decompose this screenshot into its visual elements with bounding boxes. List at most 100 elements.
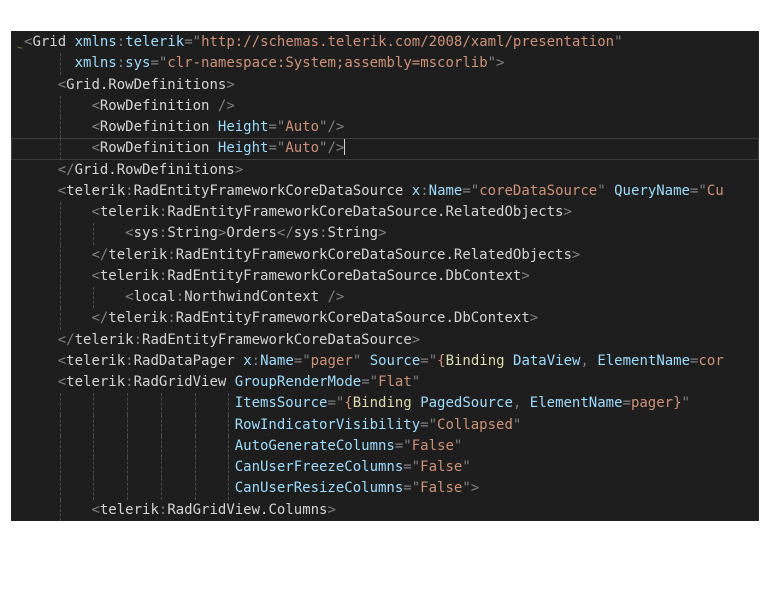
- code-token: Source: [369, 352, 421, 369]
- code-line[interactable]: <Grid xmlns:telerik="http://schemas.tele…: [11, 32, 759, 53]
- code-line[interactable]: CanUserFreezeColumns="False": [11, 457, 759, 479]
- code-token: RadEntityFrameworkCoreDataSource: [142, 331, 412, 348]
- code-editor[interactable]: ~ <Grid xmlns:telerik="http://schemas.te…: [11, 31, 759, 521]
- code-token: <: [125, 225, 134, 242]
- code-line[interactable]: </telerik:RadEntityFrameworkCoreDataSour…: [11, 330, 759, 351]
- code-token: <: [91, 501, 100, 518]
- code-token: NorthwindContext: [184, 289, 320, 305]
- indent-guide: [160, 393, 162, 415]
- code-token: Name: [428, 182, 463, 199]
- code-token: >: [226, 76, 235, 93]
- code-token: :: [167, 246, 176, 263]
- code-line[interactable]: ItemsSource="{Binding PagedSource, Eleme…: [11, 393, 759, 415]
- code-token: ItemsSource: [234, 395, 328, 412]
- indent-guide: [93, 435, 95, 457]
- code-line[interactable]: <Grid.RowDefinitions>: [11, 75, 759, 96]
- code-line[interactable]: </telerik:RadEntityFrameworkCoreDataSour…: [11, 308, 759, 330]
- code-line[interactable]: <RowDefinition />: [11, 95, 759, 117]
- code-token: sys: [293, 225, 320, 242]
- code-line[interactable]: <sys:String>Orders</sys:String>: [11, 223, 759, 245]
- code-token: RadEntityFrameworkCoreDataSource.Related…: [175, 246, 572, 263]
- code-line[interactable]: </telerik:RadEntityFrameworkCoreDataSour…: [11, 244, 759, 266]
- code-line[interactable]: <RowDefinition Height="Auto"/>: [11, 117, 759, 139]
- code-token: Grid: [32, 34, 67, 50]
- code-line[interactable]: <telerik:RadGridView GroupRenderMode="Fl…: [11, 372, 759, 393]
- code-token: {: [344, 395, 353, 412]
- code-token: PagedSource: [420, 395, 513, 412]
- indent-guide: [59, 457, 61, 479]
- code-token: <: [91, 267, 100, 284]
- indent-guide: [59, 499, 61, 521]
- code-token: ">: [487, 55, 505, 72]
- code-token: =": [403, 480, 421, 497]
- indent-guide: [127, 457, 129, 479]
- code-token: <: [91, 97, 100, 114]
- indent-guide: [93, 287, 95, 309]
- code-line[interactable]: <telerik:RadEntityFrameworkCoreDataSourc…: [11, 265, 759, 287]
- code-token: =": [293, 352, 311, 369]
- code-token: :: [125, 182, 134, 199]
- code-token: Height: [217, 140, 269, 157]
- code-line[interactable]: RowIndicatorVisibility="Collapsed": [11, 414, 759, 436]
- code-line[interactable]: <local:NorthwindContext />: [11, 287, 759, 309]
- code-token: Collapsed: [437, 416, 513, 433]
- code-token: pager: [630, 395, 674, 412]
- code-line[interactable]: CanUserResizeColumns="False">: [11, 478, 759, 500]
- code-line[interactable]: <telerik:RadEntityFrameworkCoreDataSourc…: [11, 202, 759, 224]
- indent-guide: [228, 478, 230, 500]
- code-area[interactable]: <Grid xmlns:telerik="http://schemas.tele…: [11, 31, 759, 521]
- code-token: ": [597, 182, 606, 199]
- code-token: xmlns: [74, 34, 117, 50]
- indent-guide: [59, 393, 61, 415]
- indent-guide: [59, 117, 61, 139]
- indent-guide: [160, 414, 162, 436]
- indent-guide: [59, 478, 61, 500]
- code-token: Binding: [445, 352, 505, 369]
- code-line[interactable]: AutoGenerateColumns="False": [11, 435, 759, 457]
- code-token: </: [91, 310, 109, 327]
- code-line[interactable]: </Grid.RowDefinitions>: [11, 160, 759, 181]
- code-token: GroupRenderMode: [234, 374, 362, 390]
- code-token: x: [411, 182, 421, 199]
- code-token: RowDefinition: [99, 140, 210, 157]
- code-token: :: [319, 225, 328, 242]
- code-token: RowIndicatorVisibility: [234, 416, 421, 433]
- code-token: =: [622, 395, 631, 412]
- code-token: ": [352, 352, 362, 369]
- indent-guide: [160, 435, 162, 457]
- code-token: =": [394, 437, 412, 454]
- code-token: False: [420, 459, 463, 475]
- code-line[interactable]: <telerik:RadEntityFrameworkCoreDataSourc…: [11, 181, 759, 202]
- code-token: <: [91, 204, 100, 220]
- indent-guide: [127, 393, 129, 415]
- code-token: String: [167, 225, 218, 242]
- indent-guide: [194, 414, 196, 436]
- code-token: <: [57, 352, 67, 369]
- code-token: QueryName: [614, 182, 690, 199]
- text-caret: [344, 139, 346, 156]
- code-token: telerik: [99, 501, 159, 518]
- code-token: :: [175, 289, 185, 305]
- code-line[interactable]: xmlns:sys="clr-namespace:System;assembly…: [11, 53, 759, 75]
- code-token: <: [125, 289, 134, 305]
- code-line[interactable]: <telerik:RadDataPager x:Name="pager" Sou…: [11, 351, 759, 372]
- indent-guide: [59, 95, 61, 117]
- indent-guide: [93, 414, 95, 436]
- code-token: =": [420, 416, 438, 433]
- code-token: RadDataPager: [133, 352, 235, 369]
- code-token: telerik: [108, 246, 168, 263]
- code-line[interactable]: <RowDefinition Height="Auto"/>: [11, 138, 759, 160]
- code-token: Orders: [226, 225, 277, 242]
- code-token: ": [512, 416, 522, 433]
- code-line[interactable]: <telerik:RadGridView.Columns>: [11, 499, 759, 521]
- indent-guide: [59, 308, 61, 330]
